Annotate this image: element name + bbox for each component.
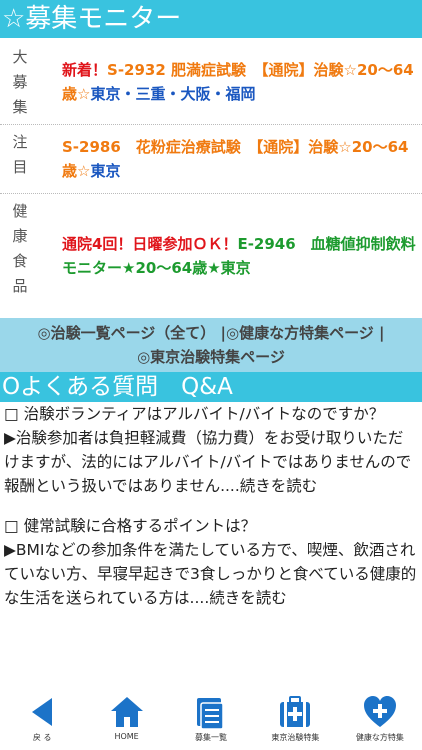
nav-list-button[interactable]: 募集一覧	[169, 690, 253, 750]
nav-home-button[interactable]: HOME	[84, 690, 168, 750]
nav-tokyo-button[interactable]: 東京治験特集	[253, 690, 337, 750]
row-text: 東京	[90, 162, 121, 180]
special-links: ◎治験一覧ページ（全て） |◎健康な方特集ページ | ◎東京治験特集ページ	[0, 318, 422, 372]
label-char: 康	[12, 227, 28, 245]
table-row[interactable]: 注 目 S-2986 花粉症治療試験 【通院】治験☆20〜64歳☆東京	[0, 125, 422, 194]
row-label: 健 康 食 品	[0, 194, 40, 318]
faq-list: □ 治験ボランティアはアルバイト/バイトなのですか？ ▶治験参加者は負担軽減費（…	[0, 402, 422, 610]
nav-label: 健康な方特集	[355, 733, 404, 742]
faq-question[interactable]: □ 治験ボランティアはアルバイト/バイトなのですか？	[4, 402, 418, 426]
faq-question[interactable]: □ 健常試験に合格するポイントは？	[4, 514, 418, 538]
label-char: 品	[12, 277, 28, 295]
recruitment-table: 大 募 集 新着！S-2932 肥満症試験 【通院】治験☆20〜64歳☆東京・三…	[0, 40, 422, 319]
row-label: 注 目	[0, 125, 40, 193]
bottom-nav: 戻 る HOME 募集一覧 東京治験特集 健康な方特集	[0, 690, 422, 750]
nav-back-button[interactable]: 戻 る	[0, 690, 84, 750]
links-line-1[interactable]: ◎治験一覧ページ（全て） |◎健康な方特集ページ |	[0, 321, 422, 345]
list-document-icon	[197, 698, 224, 730]
table-row[interactable]: 健 康 食 品 通院4回！日曜参加ＯＫ！E-2946 血糖値抑制飲料モニター★2…	[0, 194, 422, 319]
medical-kit-icon	[280, 696, 311, 727]
nav-label: 戻 る	[32, 733, 52, 742]
row-text: 東京・三重・大阪・福岡	[90, 85, 256, 103]
row-text: 通院4回！日曜参加ＯＫ！	[62, 235, 238, 253]
label-char: 食	[12, 252, 28, 270]
nav-healthy-button[interactable]: 健康な方特集	[338, 690, 422, 750]
faq-answer[interactable]: ▶治験参加者は負担軽減費（協力費）をお受け取りいただけますが、法的にはアルバイト…	[4, 426, 418, 498]
faq-header: Oよくある質問 Q&A	[0, 372, 422, 402]
label-char: 目	[12, 158, 28, 176]
faq-title: Oよくある質問 Q&A	[2, 374, 233, 400]
label-char: 集	[12, 98, 28, 116]
row-value[interactable]: 新着！S-2932 肥満症試験 【通院】治験☆20〜64歳☆東京・三重・大阪・福…	[40, 40, 422, 124]
label-char: 健	[12, 202, 28, 220]
row-label: 大 募 集	[0, 40, 40, 124]
table-row[interactable]: 大 募 集 新着！S-2932 肥満症試験 【通院】治験☆20〜64歳☆東京・三…	[0, 40, 422, 125]
faq-answer[interactable]: ▶BMIなどの参加条件を満たしている方で、喫煙、飲酒されていない方、早寝早起きで…	[4, 538, 418, 610]
row-value[interactable]: 通院4回！日曜参加ＯＫ！E-2946 血糖値抑制飲料モニター★20〜64歳★東京	[40, 194, 422, 318]
nav-label: HOME	[114, 732, 139, 741]
row-text: 新着！	[62, 61, 108, 79]
label-char: 注	[12, 133, 28, 151]
row-value[interactable]: S-2986 花粉症治療試験 【通院】治験☆20〜64歳☆東京	[40, 125, 422, 193]
links-line-2[interactable]: ◎東京治験特集ページ	[0, 345, 422, 369]
nav-label: 東京治験特集	[271, 733, 320, 742]
page-title: ☆募集モニター	[2, 4, 182, 34]
back-arrow-icon	[32, 698, 53, 726]
label-char: 大	[12, 48, 28, 66]
home-icon	[110, 697, 143, 727]
nav-label: 募集一覧	[195, 733, 228, 742]
label-char: 募	[12, 73, 28, 91]
header-bar: ☆募集モニター	[0, 0, 422, 38]
heart-plus-icon	[363, 696, 396, 727]
